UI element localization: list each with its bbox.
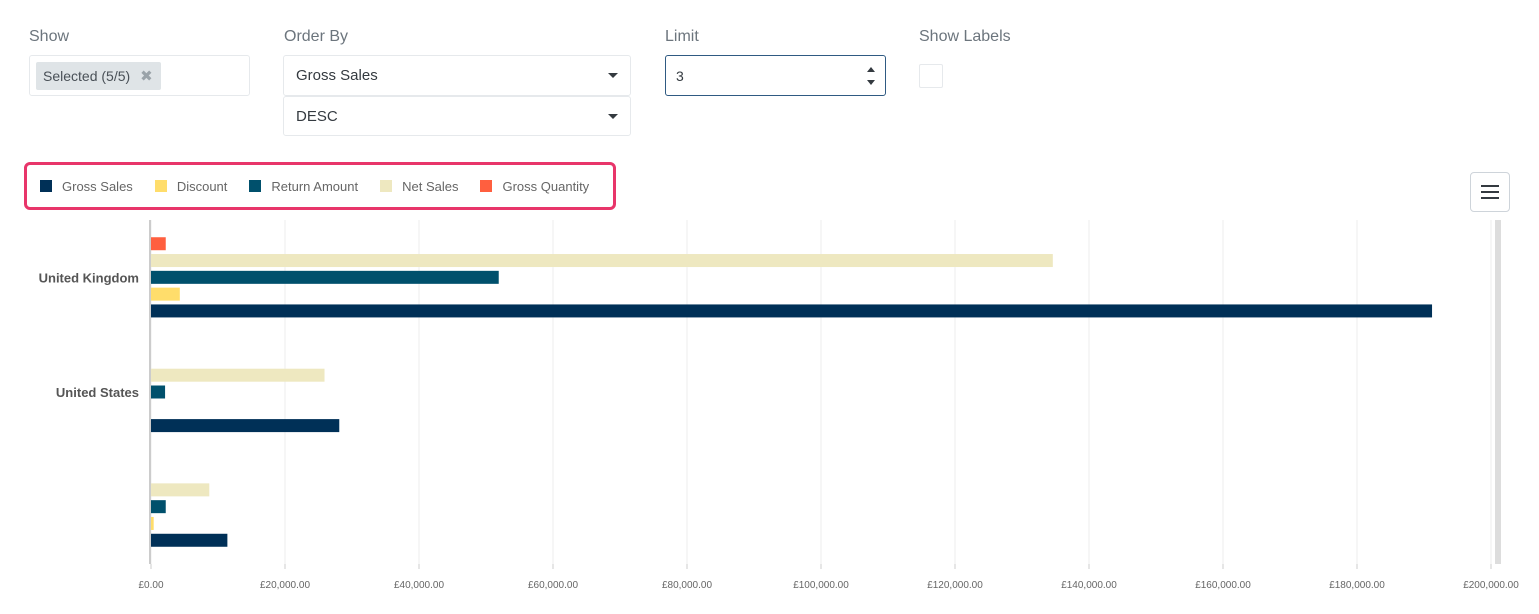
bar xyxy=(151,533,228,547)
legend-label: Gross Sales xyxy=(62,178,133,194)
chart-legend: Gross Sales Discount Return Amount Net Sale… xyxy=(24,162,616,210)
bar xyxy=(151,270,499,284)
limit-label: Limit xyxy=(665,28,699,45)
bar xyxy=(151,237,166,251)
x-tick-label: £160,000.00 xyxy=(1195,580,1251,591)
chevron-down-icon xyxy=(608,113,618,119)
limit-stepper[interactable] xyxy=(867,66,875,85)
hamburger-menu-icon xyxy=(1481,185,1499,187)
show-labels-label: Show Labels xyxy=(919,28,1011,45)
y-category-label: United Kingdom xyxy=(39,270,139,285)
legend-swatch xyxy=(480,180,493,192)
x-tick-label: £100,000.00 xyxy=(793,580,849,591)
legend-item[interactable]: Return Amount xyxy=(249,179,358,194)
legend-label: Return Amount xyxy=(271,178,359,194)
bar xyxy=(151,287,180,301)
order-by-field-value: Gross Sales xyxy=(296,67,378,84)
bar xyxy=(151,483,210,497)
legend-item[interactable]: Gross Sales xyxy=(40,179,133,194)
x-tick-label: £60,000.00 xyxy=(528,580,578,591)
x-tick-label: £40,000.00 xyxy=(394,580,444,591)
bar xyxy=(151,419,340,433)
chevron-down-icon xyxy=(608,73,618,78)
bar xyxy=(151,304,1433,318)
order-by-field-select[interactable]: Gross Sales xyxy=(283,55,631,96)
legend-swatch xyxy=(154,180,167,192)
limit-value: 3 xyxy=(676,67,684,84)
selected-chip: Selected (5/5) ✖ xyxy=(36,62,161,90)
show-multiselect[interactable]: Selected (5/5) ✖ xyxy=(29,55,250,96)
x-tick-label: £140,000.00 xyxy=(1061,580,1117,591)
stepper-down-icon[interactable] xyxy=(867,79,875,85)
x-tick-label: £120,000.00 xyxy=(927,580,983,591)
y-category-label: United States xyxy=(56,385,139,400)
remove-chip-icon[interactable]: ✖ xyxy=(140,67,153,85)
legend-label: Discount xyxy=(176,178,228,194)
legend-swatch xyxy=(380,180,393,192)
legend-item[interactable]: Net Sales xyxy=(380,179,458,194)
bar-chart: £0.00 £20,000.00 £40,000.00 £60,000.00 £80,0… xyxy=(39,220,1519,591)
legend-label: Gross Quantity xyxy=(502,178,590,194)
stepper-up-icon[interactable] xyxy=(867,66,875,72)
order-direction-select[interactable]: DESC xyxy=(283,96,631,136)
order-by-label: Order By xyxy=(284,28,349,45)
show-label: Show xyxy=(29,28,70,45)
legend-item[interactable]: Discount xyxy=(154,178,228,194)
legend-label: Net Sales xyxy=(402,178,459,194)
chart-scrollbar xyxy=(1495,220,1501,564)
bar xyxy=(151,500,166,514)
x-tick-label: £0.00 xyxy=(138,580,163,591)
x-tick-label: £200,000.00 xyxy=(1463,580,1519,591)
bar xyxy=(151,516,154,530)
chart-menu-button[interactable] xyxy=(1470,172,1510,212)
bar xyxy=(151,254,1053,268)
x-tick-label: £20,000.00 xyxy=(260,580,310,591)
legend-item[interactable]: Gross Quantity xyxy=(480,179,589,194)
x-tick-label: £80,000.00 xyxy=(662,580,712,591)
order-direction-value: DESC xyxy=(296,107,338,125)
bar xyxy=(151,368,325,382)
show-labels-checkbox[interactable] xyxy=(919,64,943,88)
legend-swatch xyxy=(249,180,262,192)
legend-swatch xyxy=(40,180,52,192)
x-tick-label: £180,000.00 xyxy=(1329,580,1385,591)
selected-chip-text: Selected (5/5) xyxy=(43,68,131,84)
bar xyxy=(151,385,166,399)
limit-input[interactable]: 3 xyxy=(665,55,886,96)
